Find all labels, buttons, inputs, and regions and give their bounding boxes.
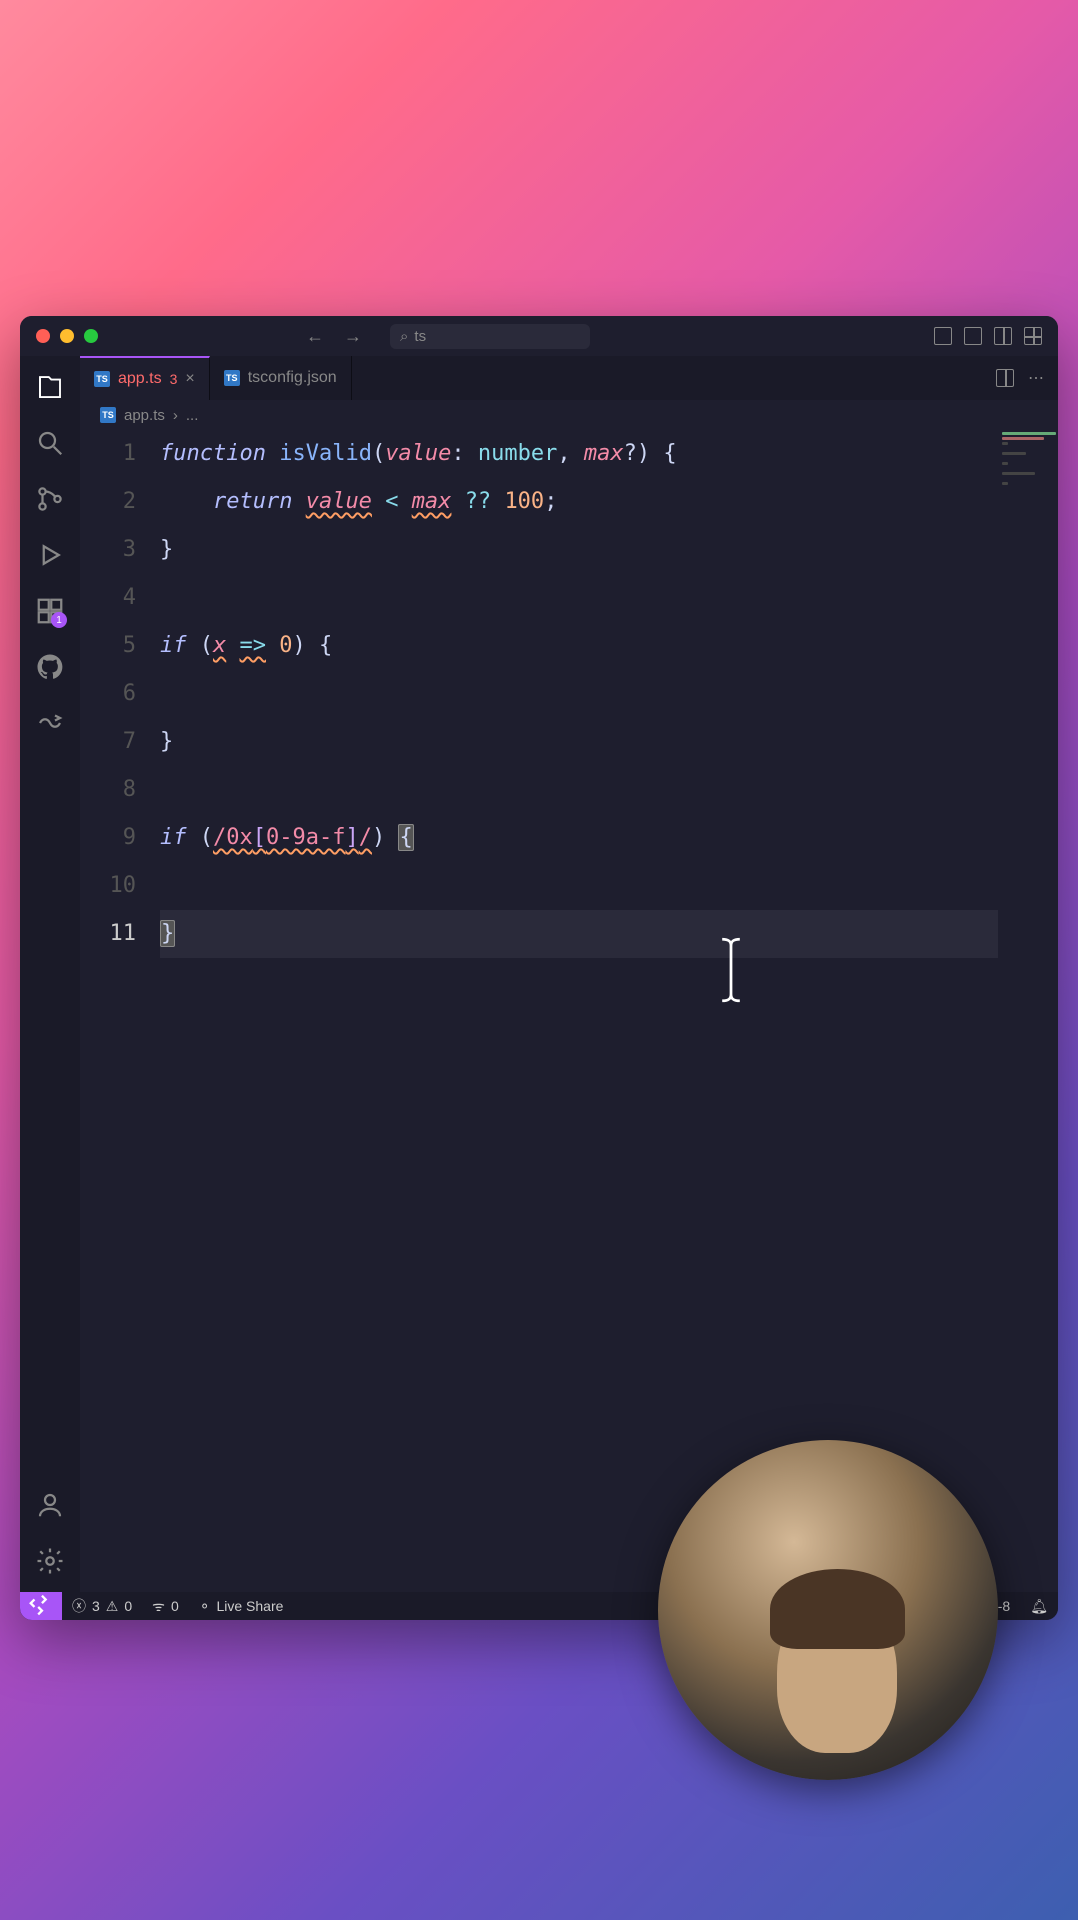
remote-indicator[interactable] xyxy=(20,1592,62,1620)
customize-layout-icon[interactable] xyxy=(1024,327,1042,345)
line-number: 10 xyxy=(80,862,136,910)
search-icon[interactable] xyxy=(35,428,65,458)
code-line[interactable]: return value < max ?? 100; xyxy=(160,478,1058,526)
line-number: 11 xyxy=(80,910,136,958)
workbench: 1 TS app.ts 3 xyxy=(20,356,1058,1592)
nav-arrows: ← → xyxy=(306,326,362,347)
error-icon: ⓧ xyxy=(72,1596,86,1616)
nav-forward-icon[interactable]: → xyxy=(344,326,362,347)
explorer-icon[interactable] xyxy=(35,372,65,402)
antenna-icon: ᯤ xyxy=(152,1597,165,1616)
typescript-file-icon: TS xyxy=(100,407,116,423)
webcam-overlay xyxy=(658,1440,998,1780)
nav-back-icon[interactable]: ← xyxy=(306,326,324,347)
line-numbers: 1234567891011 xyxy=(80,430,160,1592)
settings-gear-icon[interactable] xyxy=(35,1546,65,1576)
code-line[interactable]: } xyxy=(160,718,1058,766)
titlebar: ← → ⌕ ts xyxy=(20,316,1058,356)
liveshare-status[interactable]: ⚬ Live Share xyxy=(189,1598,294,1615)
toggle-panel-bottom-icon[interactable] xyxy=(964,327,982,345)
code-line[interactable]: if (/0x[0-9a-f]/) { xyxy=(160,814,1058,862)
notifications-icon[interactable]: 🔔︎ xyxy=(1020,1598,1058,1615)
tab-tsconfig-json[interactable]: TS tsconfig.json xyxy=(210,356,352,400)
liveshare-label: Live Share xyxy=(216,1598,283,1614)
tab-label: tsconfig.json xyxy=(248,369,337,387)
code-line[interactable]: } xyxy=(160,526,1058,574)
code-line[interactable]: } xyxy=(160,910,1058,958)
line-number: 1 xyxy=(80,430,136,478)
vscode-window: ← → ⌕ ts xyxy=(20,316,1058,1620)
breadcrumb-file: app.ts xyxy=(124,407,165,424)
code-line[interactable]: function isValid(value: number, max?) { xyxy=(160,430,1058,478)
code-line[interactable] xyxy=(160,670,1058,718)
breadcrumb-symbol: ... xyxy=(186,407,199,424)
line-number: 8 xyxy=(80,766,136,814)
search-text: ts xyxy=(414,328,426,345)
warning-icon: ⚠ xyxy=(106,1598,119,1615)
minimap[interactable] xyxy=(998,430,1058,1592)
extensions-icon[interactable]: 1 xyxy=(35,596,65,626)
tsconfig-file-icon: TS xyxy=(224,370,240,386)
tab-error-count: 3 xyxy=(170,371,178,387)
typescript-file-icon: TS xyxy=(94,371,110,387)
code-line[interactable] xyxy=(160,862,1058,910)
line-number: 5 xyxy=(80,622,136,670)
source-control-icon[interactable] xyxy=(35,484,65,514)
window-close-button[interactable] xyxy=(36,329,50,343)
chevron-right-icon: › xyxy=(173,407,178,424)
extensions-badge: 1 xyxy=(51,612,67,628)
split-editor-icon[interactable] xyxy=(996,369,1014,387)
error-count: 3 xyxy=(92,1598,100,1614)
tab-app-ts[interactable]: TS app.ts 3 × xyxy=(80,356,210,400)
line-number: 2 xyxy=(80,478,136,526)
ports-count: 0 xyxy=(171,1598,179,1614)
line-number: 7 xyxy=(80,718,136,766)
code-content[interactable]: function isValid(value: number, max?) { … xyxy=(160,430,1058,1592)
code-line[interactable] xyxy=(160,574,1058,622)
bell-icon: 🔔︎ xyxy=(1030,1598,1048,1615)
code-line[interactable] xyxy=(160,766,1058,814)
line-number: 6 xyxy=(80,670,136,718)
line-number: 4 xyxy=(80,574,136,622)
tab-close-icon[interactable]: × xyxy=(185,370,194,388)
github-icon[interactable] xyxy=(35,652,65,682)
window-maximize-button[interactable] xyxy=(84,329,98,343)
tab-bar: TS app.ts 3 × TS tsconfig.json ⋯ xyxy=(80,356,1058,400)
problems-status[interactable]: ⓧ 3 ⚠ 0 xyxy=(62,1596,142,1616)
code-editor[interactable]: 1234567891011 function isValid(value: nu… xyxy=(80,430,1058,1592)
titlebar-layout-controls xyxy=(934,327,1042,345)
breadcrumb[interactable]: TS app.ts › ... xyxy=(80,400,1058,430)
line-number: 9 xyxy=(80,814,136,862)
toggle-panel-left-icon[interactable] xyxy=(934,327,952,345)
ports-status[interactable]: ᯤ 0 xyxy=(142,1597,189,1616)
search-icon: ⌕ xyxy=(400,328,408,345)
warning-count: 0 xyxy=(124,1598,132,1614)
command-center[interactable]: ⌕ ts xyxy=(390,324,590,349)
liveshare-icon[interactable] xyxy=(35,708,65,738)
accounts-icon[interactable] xyxy=(35,1490,65,1520)
traffic-lights xyxy=(36,329,98,343)
toggle-panel-right-icon[interactable] xyxy=(994,327,1012,345)
activity-bar: 1 xyxy=(20,356,80,1592)
window-minimize-button[interactable] xyxy=(60,329,74,343)
run-debug-icon[interactable] xyxy=(35,540,65,570)
code-line[interactable]: if (x => 0) { xyxy=(160,622,1058,670)
tab-label: app.ts xyxy=(118,370,162,388)
more-actions-icon[interactable]: ⋯ xyxy=(1028,368,1044,388)
liveshare-icon: ⚬ xyxy=(199,1598,211,1615)
line-number: 3 xyxy=(80,526,136,574)
editor-group: TS app.ts 3 × TS tsconfig.json ⋯ TS app.… xyxy=(80,356,1058,1592)
